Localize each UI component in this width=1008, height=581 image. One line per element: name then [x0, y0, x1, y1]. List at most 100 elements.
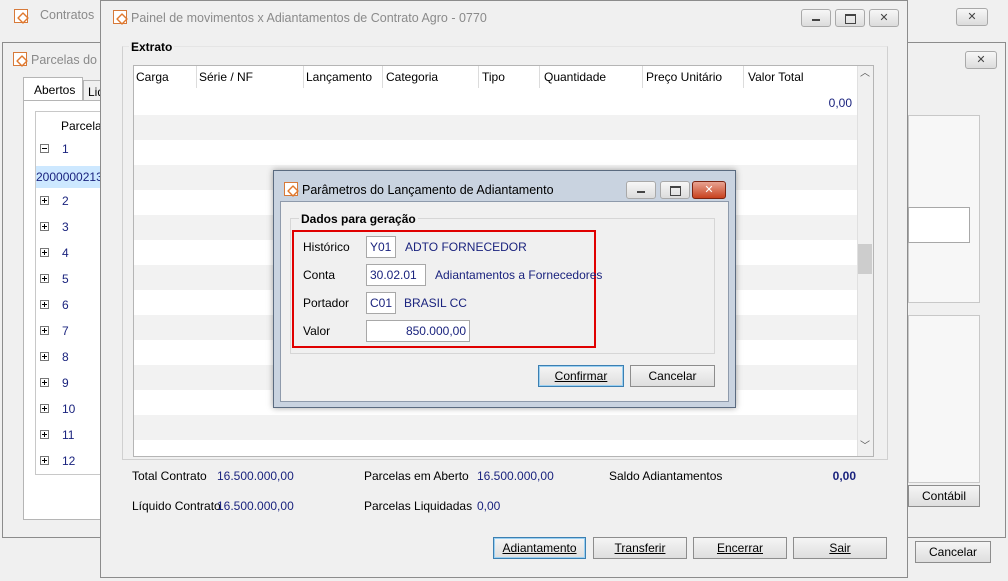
- col-separator: [478, 66, 479, 88]
- tree-row-3[interactable]: 3: [36, 214, 100, 240]
- expand-icon[interactable]: [40, 248, 49, 257]
- tree-row-label: 3: [62, 220, 69, 234]
- tab-abertos-label: Abertos: [34, 83, 76, 97]
- expand-icon[interactable]: [40, 352, 49, 361]
- sair-label: Sair: [829, 541, 851, 555]
- dialog-close-button[interactable]: [692, 181, 726, 199]
- adiantamento-label: Adiantamento: [502, 541, 577, 555]
- row-valor-total: 0,00: [828, 96, 852, 110]
- transferir-button[interactable]: Transferir: [593, 537, 687, 559]
- tree-row-12[interactable]: 12: [36, 448, 100, 474]
- dialog-maximize-button[interactable]: [660, 181, 690, 199]
- collapse-icon[interactable]: [40, 144, 49, 153]
- tree-row-10[interactable]: 10: [36, 396, 100, 422]
- col-serie-nf[interactable]: Série / NF: [199, 70, 253, 84]
- grid-row-stripe: [134, 115, 857, 140]
- tree-row-9[interactable]: 9: [36, 370, 100, 396]
- col-lancamento[interactable]: Lançamento: [306, 70, 372, 84]
- tree-row-label: 10: [62, 402, 76, 416]
- parcela-selected-value[interactable]: 20000002132: [36, 166, 103, 188]
- painel-close-button[interactable]: [869, 9, 899, 27]
- dados-group-label: Dados para geração: [299, 212, 418, 226]
- app-logo-icon: [113, 10, 127, 24]
- portador-code-input[interactable]: C01: [366, 292, 396, 314]
- expand-icon[interactable]: [40, 430, 49, 439]
- tree-row-8[interactable]: 8: [36, 344, 100, 370]
- adiantamento-button[interactable]: Adiantamento: [493, 537, 586, 559]
- painel-title: Painel de movimentos x Adiantamentos de …: [131, 11, 487, 25]
- app-logo-icon: [13, 52, 27, 66]
- valor-input[interactable]: 850.000,00: [366, 320, 470, 342]
- historico-code-input[interactable]: Y01: [366, 236, 396, 258]
- contabil-button[interactable]: Contábil: [908, 485, 980, 507]
- parcelas-cancelar-button[interactable]: Cancelar: [915, 541, 991, 563]
- parcelas-right-input[interactable]: [908, 207, 970, 243]
- parcelas-aberto-label: Parcelas em Aberto: [364, 469, 469, 483]
- dialog-cancelar-button[interactable]: Cancelar: [630, 365, 715, 387]
- contratos-close-button[interactable]: [956, 8, 988, 26]
- expand-icon[interactable]: [40, 222, 49, 231]
- col-separator: [642, 66, 643, 88]
- conta-label: Conta: [303, 268, 336, 282]
- confirmar-button[interactable]: Confirmar: [538, 365, 624, 387]
- parcela-column-header: Parcela: [61, 119, 102, 133]
- painel-maximize-button[interactable]: [835, 9, 865, 27]
- total-contrato-label: Total Contrato: [132, 469, 207, 483]
- parcelas-right-panel-2: [908, 315, 980, 483]
- parcelas-cancelar-label: Cancelar: [928, 545, 978, 559]
- tree-row-5[interactable]: 5: [36, 266, 100, 292]
- extrato-group-label: Extrato: [129, 40, 175, 54]
- col-quantidade[interactable]: Quantidade: [544, 70, 606, 84]
- encerrar-button[interactable]: Encerrar: [693, 537, 787, 559]
- dialog-title: Parâmetros do Lançamento de Adiantamento: [302, 183, 554, 197]
- expand-icon[interactable]: [40, 378, 49, 387]
- tree-row-4[interactable]: 4: [36, 240, 100, 266]
- transferir-label: Transferir: [614, 541, 666, 555]
- portador-description: BRASIL CC: [404, 296, 467, 310]
- dialog-minimize-button[interactable]: [626, 181, 656, 199]
- liquido-contrato-value: 16.500.000,00: [217, 499, 294, 513]
- total-contrato-value: 16.500.000,00: [217, 469, 294, 483]
- valor-label: Valor: [303, 324, 331, 338]
- expand-icon[interactable]: [40, 196, 49, 205]
- expand-icon[interactable]: [40, 456, 49, 465]
- scroll-up-icon[interactable]: ︿: [859, 67, 871, 81]
- col-carga[interactable]: Carga: [136, 70, 169, 84]
- tab-abertos[interactable]: Abertos: [23, 77, 83, 101]
- col-valor-total[interactable]: Valor Total: [748, 70, 804, 84]
- tree-row-11[interactable]: 11: [36, 422, 100, 448]
- confirmar-label: Confirmar: [554, 369, 608, 383]
- tree-row-label: 11: [62, 428, 75, 442]
- tree-row-label: 1: [62, 142, 69, 156]
- col-categoria[interactable]: Categoria: [386, 70, 438, 84]
- dialog-cancelar-label: Cancelar: [648, 369, 697, 383]
- tree-row-2[interactable]: 2: [36, 188, 100, 214]
- contratos-title: Contratos: [40, 8, 95, 22]
- col-tipo[interactable]: Tipo: [482, 70, 505, 84]
- col-preco-unitario[interactable]: Preço Unitário: [646, 70, 722, 84]
- scroll-thumb[interactable]: [858, 244, 872, 274]
- tree-row-1[interactable]: 1: [36, 136, 100, 162]
- expand-icon[interactable]: [40, 300, 49, 309]
- parcelas-close-button[interactable]: [965, 51, 997, 69]
- expand-icon[interactable]: [40, 274, 49, 283]
- expand-icon[interactable]: [40, 404, 49, 413]
- tree-row-7[interactable]: 7: [36, 318, 100, 344]
- col-separator: [539, 66, 540, 88]
- conta-description: Adiantamentos a Fornecedores: [435, 268, 603, 282]
- parcelas-liquidadas-label: Parcelas Liquidadas: [364, 499, 473, 513]
- historico-label: Histórico: [303, 240, 350, 254]
- scroll-down-icon[interactable]: ﹀: [859, 440, 871, 454]
- conta-code-input[interactable]: 30.02.01: [366, 264, 426, 286]
- expand-icon[interactable]: [40, 326, 49, 335]
- portador-label: Portador: [303, 296, 350, 310]
- tree-row-label: 7: [62, 324, 69, 338]
- tree-row-label: 4: [62, 246, 69, 260]
- tree-row-6[interactable]: 6: [36, 292, 100, 318]
- tree-row-label: 6: [62, 298, 69, 312]
- encerrar-label: Encerrar: [716, 541, 763, 555]
- painel-minimize-button[interactable]: [801, 9, 831, 27]
- grid-row-stripe: [134, 415, 857, 440]
- tree-row-label: 8: [62, 350, 69, 364]
- sair-button[interactable]: Sair: [793, 537, 887, 559]
